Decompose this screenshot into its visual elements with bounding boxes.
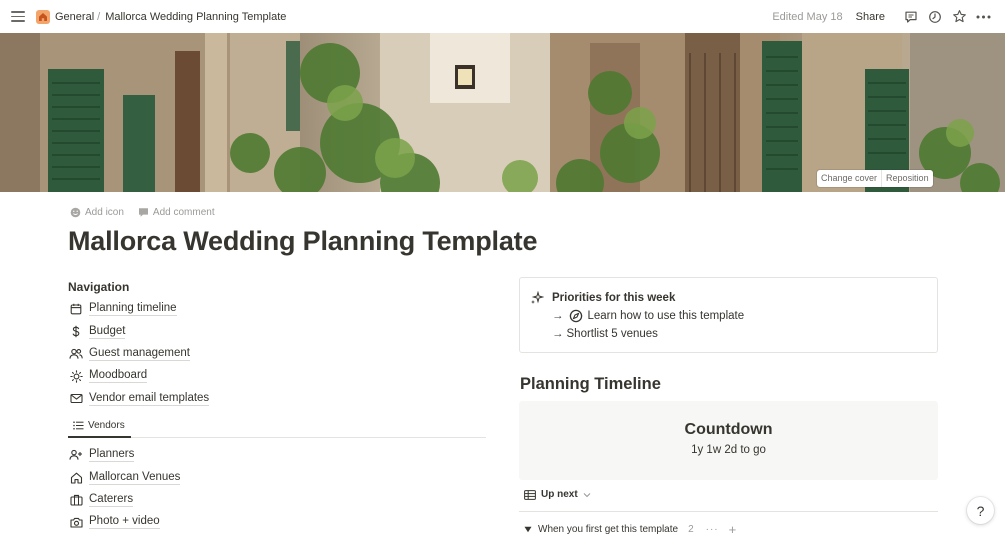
nav-item-label: Moodboard: [89, 369, 148, 384]
timeline-group-row[interactable]: When you first get this template 2 ··· +: [524, 522, 736, 535]
arrow-icon: →: [552, 310, 564, 322]
comment-icon: [138, 208, 148, 217]
vendors-view-tabs: Vendors: [68, 414, 486, 438]
arrow-icon: →: [552, 328, 564, 340]
priorities-title: Priorities for this week: [552, 292, 676, 304]
cover-image[interactable]: Change cover Reposition: [0, 33, 1005, 192]
compass-icon: [569, 309, 582, 323]
navigation-heading: Navigation: [68, 280, 130, 294]
sparkles-icon: [530, 290, 545, 310]
priorities-callout[interactable]: Priorities for this week → Learn how to …: [519, 277, 938, 353]
breadcrumb-workspace[interactable]: General: [55, 11, 94, 23]
countdown-widget: Countdown 1y 1w 2d to go: [519, 401, 938, 480]
briefcase-icon: [69, 493, 83, 507]
chevron-down-icon: [583, 492, 591, 497]
add-comment-label: Add comment: [152, 207, 215, 218]
calendar-icon: [69, 302, 83, 316]
nav-item-vendor-email-templates[interactable]: Vendor email templates: [68, 388, 488, 410]
tab-vendors-label: Vendors: [88, 419, 125, 431]
home-icon: [69, 471, 83, 485]
house-icon: [36, 9, 50, 24]
nav-item-planning-timeline[interactable]: Planning timeline: [68, 298, 488, 320]
nav-item-label: Guest management: [89, 346, 191, 361]
vendor-item-label: Caterers: [89, 492, 134, 507]
planning-timeline-heading: Planning Timeline: [520, 375, 661, 393]
breadcrumb-separator: /: [97, 10, 101, 23]
nav-item-budget[interactable]: Budget: [68, 320, 488, 342]
nav-item-label: Budget: [89, 324, 126, 339]
countdown-value: 1y 1w 2d to go: [691, 444, 766, 456]
view-label: Up next: [541, 489, 578, 500]
camera-icon: [69, 515, 83, 529]
sun-icon: [69, 369, 83, 383]
vendor-item-label: Photo + video: [89, 515, 160, 530]
navigation-list: Planning timeline Budget Guest managemen…: [68, 298, 488, 410]
cover-controls: Change cover Reposition: [817, 170, 933, 187]
reposition-button[interactable]: Reposition: [881, 170, 933, 187]
menu-icon[interactable]: [11, 11, 25, 22]
breadcrumb-page[interactable]: Mallorca Wedding Planning Template: [105, 11, 286, 23]
history-icon[interactable]: [923, 5, 947, 29]
nav-item-guest-management[interactable]: Guest management: [68, 343, 488, 365]
divider: [519, 511, 938, 512]
star-icon[interactable]: [947, 5, 971, 29]
top-bar: General / Mallorca Wedding Planning Temp…: [0, 0, 1005, 33]
vendor-list: Planners Mallorcan Venues Caterers Photo…: [68, 444, 488, 534]
page-actions: Add icon Add comment: [70, 207, 215, 218]
group-label: When you first get this template: [538, 524, 679, 535]
comment-icon[interactable]: [899, 5, 923, 29]
nav-item-moodboard[interactable]: Moodboard: [68, 365, 488, 387]
add-icon-label: Add icon: [85, 207, 124, 218]
vendor-item-label: Planners: [89, 448, 135, 463]
add-icon-button[interactable]: Add icon: [70, 207, 124, 218]
countdown-title: Countdown: [684, 421, 773, 438]
caret-down-icon[interactable]: [524, 526, 532, 533]
change-cover-button[interactable]: Change cover: [817, 170, 881, 187]
edited-timestamp: Edited May 18: [772, 10, 843, 23]
group-add-icon[interactable]: +: [729, 522, 737, 535]
vendor-item-photo-video[interactable]: Photo + video: [68, 511, 488, 533]
vendor-item-planners[interactable]: Planners: [68, 444, 488, 466]
tab-vendors[interactable]: Vendors: [68, 414, 131, 438]
cover-illustration: [0, 33, 1005, 192]
vendor-item-caterers[interactable]: Caterers: [68, 489, 488, 511]
smiley-icon: [70, 207, 81, 218]
priority-line-2[interactable]: → Shortlist 5 venues: [552, 328, 658, 340]
page-title[interactable]: Mallorca Wedding Planning Template: [68, 226, 537, 257]
mail-icon: [69, 392, 83, 406]
share-button[interactable]: Share: [856, 11, 885, 23]
group-count: 2: [688, 524, 694, 535]
dollar-icon: [69, 325, 83, 339]
vendor-item-mallorcan-venues[interactable]: Mallorcan Venues: [68, 466, 488, 488]
top-bar-actions: Edited May 18 Share: [772, 0, 995, 33]
table-icon: [524, 489, 536, 500]
people-icon: [69, 347, 83, 361]
person-add-icon: [69, 448, 83, 462]
vendor-item-label: Mallorcan Venues: [89, 470, 181, 485]
add-comment-button[interactable]: Add comment: [138, 207, 215, 218]
nav-item-label: Vendor email templates: [89, 391, 210, 406]
priority-line-2-text: Shortlist 5 venues: [566, 328, 658, 340]
list-icon: [73, 420, 84, 430]
nav-item-label: Planning timeline: [89, 302, 177, 317]
more-icon[interactable]: [971, 5, 995, 29]
view-selector-up-next[interactable]: Up next: [524, 489, 591, 500]
help-button[interactable]: ?: [967, 497, 994, 524]
priority-line-1[interactable]: → Learn how to use this template: [552, 309, 744, 323]
group-more-icon[interactable]: ···: [706, 524, 719, 535]
priority-line-1-text: Learn how to use this template: [587, 310, 745, 322]
